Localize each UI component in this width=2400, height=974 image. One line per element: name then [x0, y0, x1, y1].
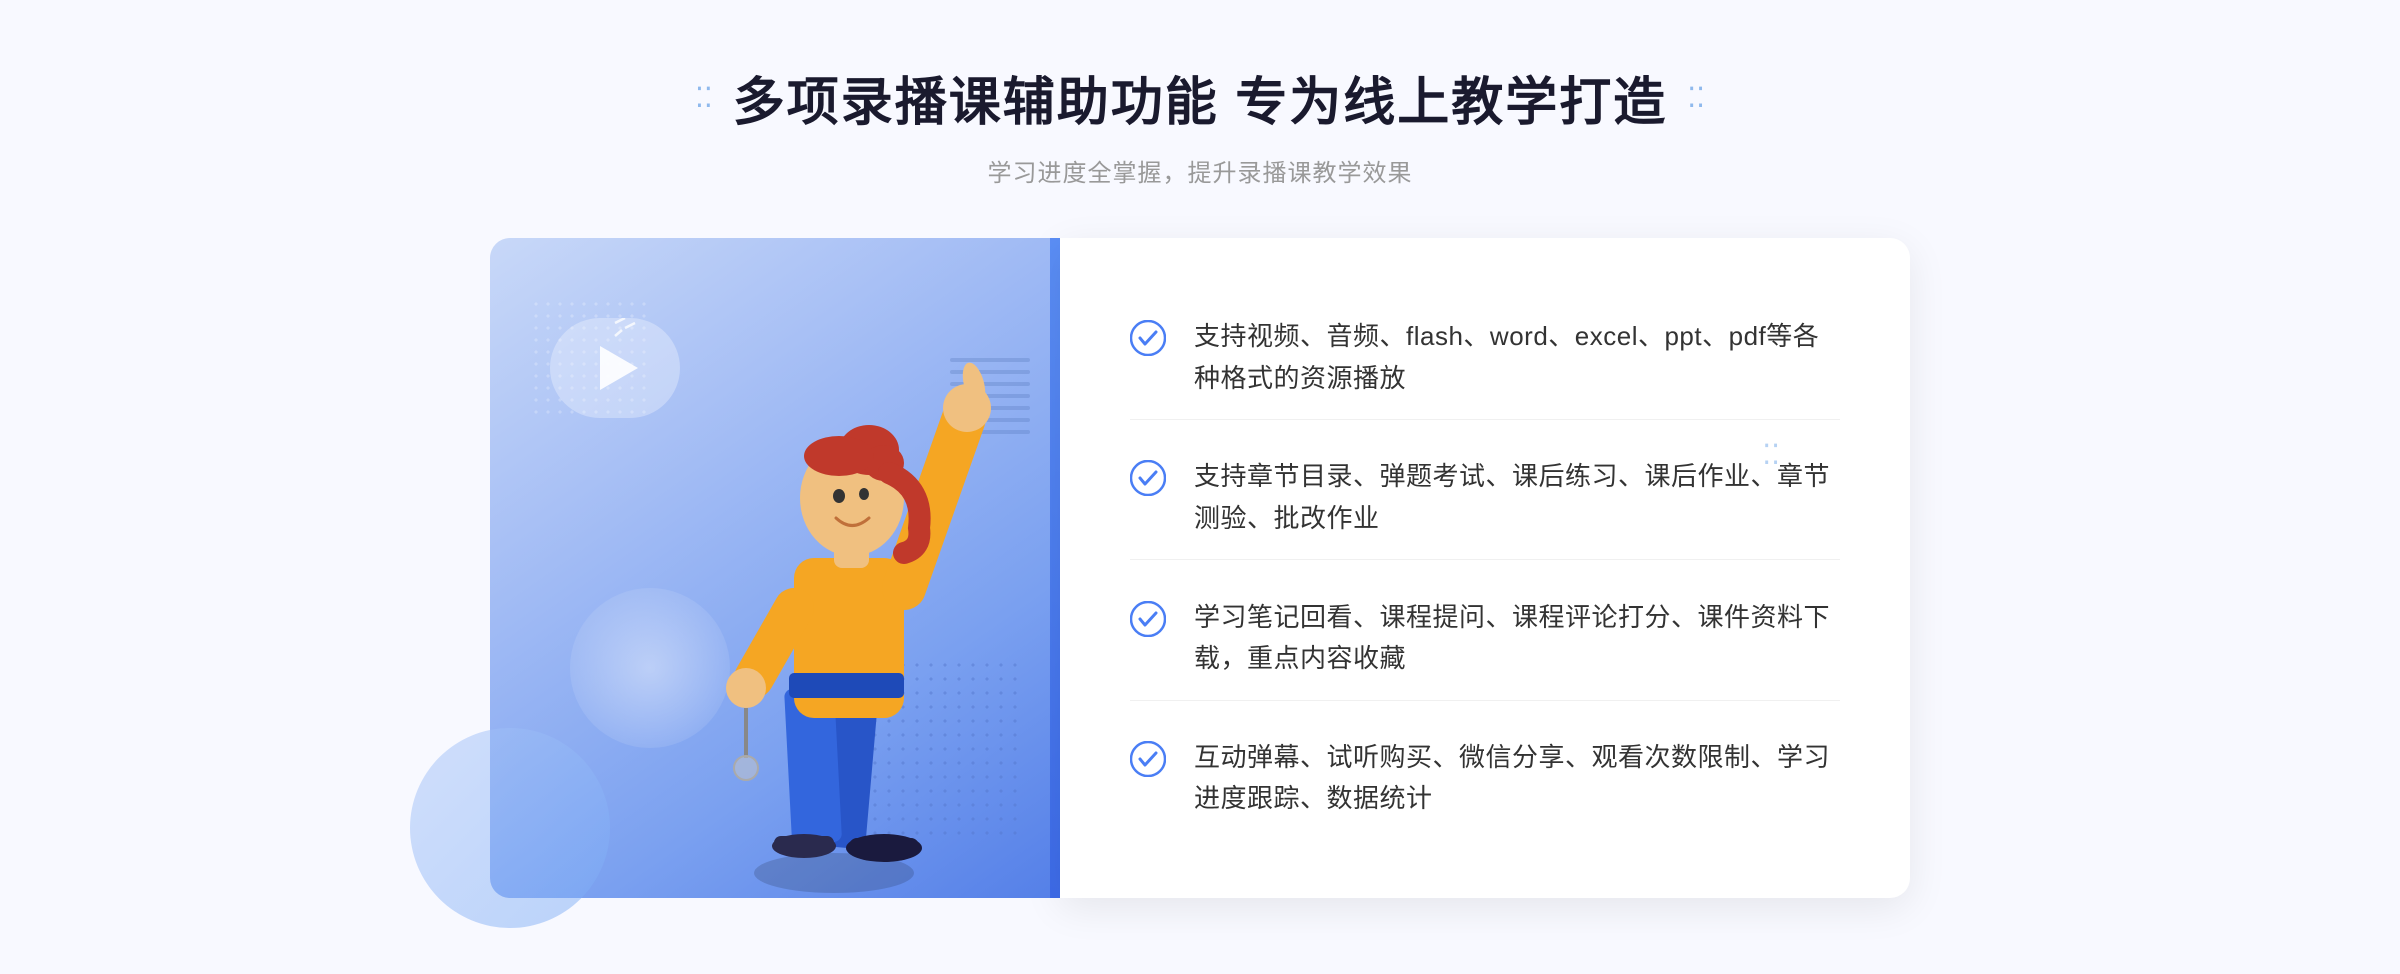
right-dots-decoration: ⁚⁚: [1762, 438, 1780, 471]
content-area: »: [400, 238, 2000, 898]
feature-item-2: 支持章节目录、弹题考试、课后练习、课后作业、章节测验、批改作业: [1130, 436, 1840, 560]
feature-item-4: 互动弹幕、试听购买、微信分享、观看次数限制、学习进度跟踪、数据统计: [1130, 717, 1840, 840]
feature-text-2: 支持章节目录、弹题考试、课后练习、课后作业、章节测验、批改作业: [1194, 456, 1840, 539]
title-dots-right: ⁚⁚: [1687, 81, 1705, 114]
check-icon-3: [1130, 601, 1166, 637]
check-icon-1: [1130, 320, 1166, 356]
feature-item-3: 学习笔记回看、课程提问、课程评论打分、课件资料下载，重点内容收藏: [1130, 577, 1840, 701]
features-left-bar: [1050, 238, 1060, 898]
page-subtitle: 学习进度全掌握，提升录播课教学效果: [987, 153, 1412, 188]
title-dots-left: ⁚⁚: [695, 81, 713, 114]
title-row: ⁚⁚ 多项录播课辅助功能 专为线上教学打造 ⁚⁚: [695, 60, 1705, 135]
page-container: ⁚⁚ 多项录播课辅助功能 专为线上教学打造 ⁚⁚ 学习进度全掌握，提升录播课教学…: [0, 0, 2400, 974]
person-illustration: [674, 318, 994, 898]
feature-text-3: 学习笔记回看、课程提问、课程评论打分、课件资料下载，重点内容收藏: [1194, 597, 1840, 680]
feature-item-1: 支持视频、音频、flash、word、excel、ppt、pdf等各种格式的资源…: [1130, 296, 1840, 420]
feature-text-4: 互动弹幕、试听购买、微信分享、观看次数限制、学习进度跟踪、数据统计: [1194, 737, 1840, 820]
header-section: ⁚⁚ 多项录播课辅助功能 专为线上教学打造 ⁚⁚ 学习进度全掌握，提升录播课教学…: [695, 0, 1705, 188]
illustration-panel: [490, 238, 1050, 898]
check-icon-2: [1130, 460, 1166, 496]
blue-circle-decoration: [410, 728, 610, 928]
feature-text-1: 支持视频、音频、flash、word、excel、ppt、pdf等各种格式的资源…: [1194, 316, 1840, 399]
check-icon-4: [1130, 741, 1166, 777]
page-title: 多项录播课辅助功能 专为线上教学打造: [733, 60, 1667, 135]
spark-decoration: [610, 318, 650, 363]
features-panel: 支持视频、音频、flash、word、excel、ppt、pdf等各种格式的资源…: [1060, 238, 1910, 898]
